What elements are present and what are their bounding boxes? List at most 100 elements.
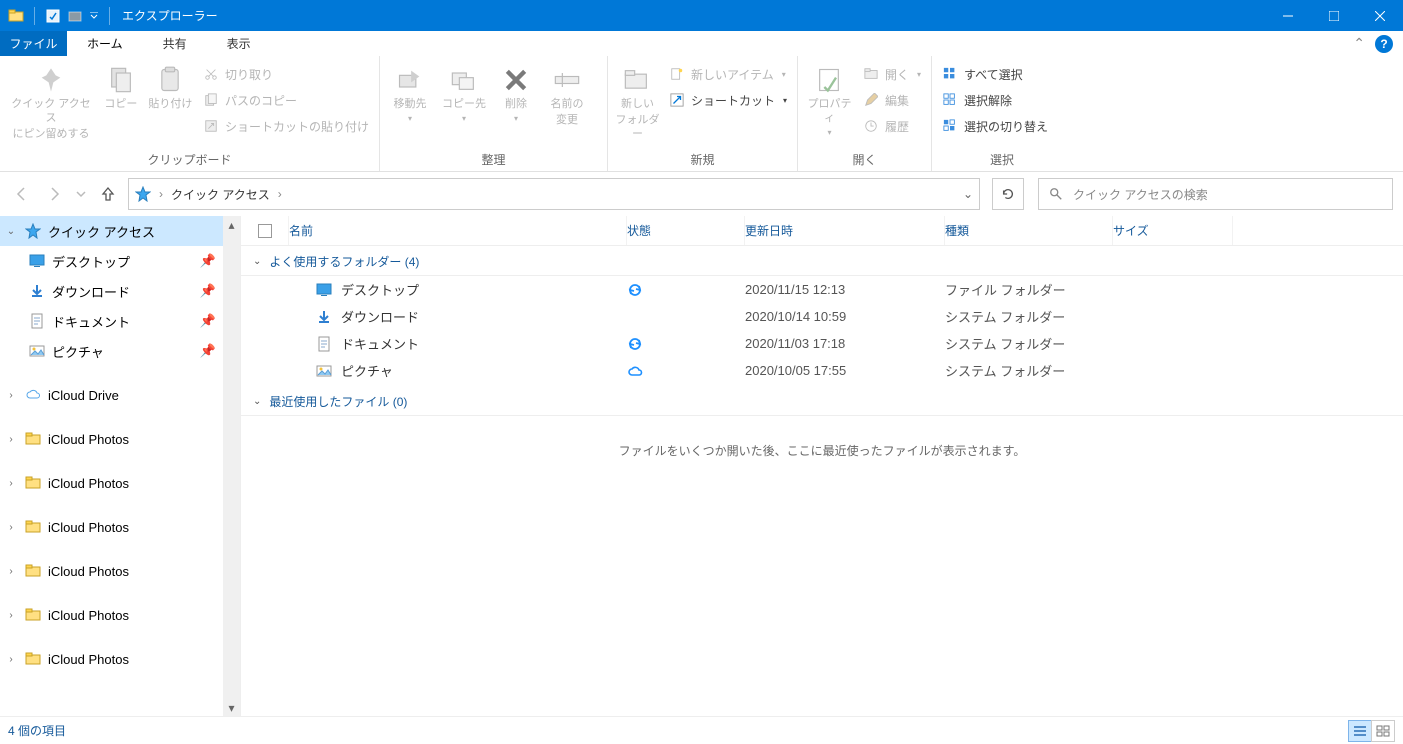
list-item[interactable]: ピクチャ2020/10/05 17:55システム フォルダー xyxy=(241,357,1403,384)
rename-label-1: 名前の xyxy=(551,98,584,112)
select-all-button[interactable]: すべて選択 xyxy=(938,62,1052,86)
tree-desktop[interactable]: デスクトップ 📌 xyxy=(0,246,240,276)
search-box[interactable]: クイック アクセスの検索 xyxy=(1038,178,1393,210)
pin-to-quickaccess-button[interactable]: クイック アクセス にピン留めする xyxy=(6,60,96,141)
navpane-scrollbar[interactable]: ▴ ▾ xyxy=(223,216,240,716)
tree-icloud-photos[interactable]: ›iCloud Photos xyxy=(0,556,240,586)
minimize-button[interactable] xyxy=(1265,0,1311,31)
scroll-down-icon[interactable]: ▾ xyxy=(223,699,240,716)
open-button[interactable]: 開く ▾ xyxy=(859,62,925,86)
chevron-down-icon[interactable]: ⌄ xyxy=(253,396,261,407)
tree-icloud-photos[interactable]: ›iCloud Photos xyxy=(0,600,240,630)
move-to-button[interactable]: 移動先 ▾ xyxy=(386,60,434,124)
tab-home[interactable]: ホーム xyxy=(67,31,143,56)
tree-pictures[interactable]: ピクチャ 📌 xyxy=(0,336,240,366)
delete-button[interactable]: 削除 ▾ xyxy=(494,60,538,124)
column-name[interactable]: 名前 xyxy=(289,216,627,245)
item-date: 2020/11/03 17:18 xyxy=(745,336,945,351)
qat-dropdown-icon[interactable] xyxy=(87,6,101,26)
chevron-right-icon[interactable]: › xyxy=(4,434,18,445)
chevron-down-icon[interactable]: ⌄ xyxy=(4,226,18,237)
history-button[interactable]: 履歴 xyxy=(859,114,925,138)
select-none-button[interactable]: 選択解除 xyxy=(938,88,1052,112)
scroll-up-icon[interactable]: ▴ xyxy=(223,216,240,233)
folder-icon xyxy=(24,606,42,624)
column-modified[interactable]: 更新日時 xyxy=(745,216,945,245)
folder-icon xyxy=(24,430,42,448)
item-type: システム フォルダー xyxy=(945,361,1113,380)
tree-icloud-photos[interactable]: › iCloud Photos xyxy=(0,424,240,454)
list-item[interactable]: ドキュメント2020/11/03 17:18システム フォルダー xyxy=(241,330,1403,357)
chevron-right-icon[interactable]: › xyxy=(4,522,18,533)
separator xyxy=(34,7,35,25)
main-area: ⌄ クイック アクセス デスクトップ 📌 ダウンロード 📌 ドキュメント 📌 ピ… xyxy=(0,216,1403,716)
shortcut-button[interactable]: ショートカット ▾ xyxy=(665,88,791,112)
tree-icloud-photos[interactable]: ›iCloud Photos xyxy=(0,468,240,498)
tree-icloud-photos[interactable]: ›iCloud Photos xyxy=(0,512,240,542)
new-folder-button[interactable]: 新しい フォルダー xyxy=(614,60,661,141)
invert-selection-button[interactable]: 選択の切り替え xyxy=(938,114,1052,138)
tree-label: ドキュメント xyxy=(52,312,130,331)
address-dropdown-icon[interactable]: ⌄ xyxy=(963,187,973,201)
thumbnails-view-button[interactable] xyxy=(1371,720,1395,742)
new-item-button[interactable]: 新しいアイテム ▾ xyxy=(665,62,791,86)
paste-shortcut-button[interactable]: ショートカットの貼り付け xyxy=(199,114,373,138)
refresh-button[interactable] xyxy=(992,178,1024,210)
recent-locations-button[interactable] xyxy=(74,179,88,209)
list-item[interactable]: ダウンロード2020/10/14 10:59システム フォルダー xyxy=(241,303,1403,330)
chevron-right-icon[interactable]: › xyxy=(4,610,18,621)
tab-view[interactable]: 表示 xyxy=(207,31,271,56)
select-all-checkbox[interactable] xyxy=(241,216,289,245)
invert-label: 選択の切り替え xyxy=(964,118,1048,135)
chevron-right-icon[interactable]: › xyxy=(4,654,18,665)
group-recent-files[interactable]: ⌄ 最近使用したファイル (0) xyxy=(241,388,1403,416)
properties-button[interactable]: プロパティ ▾ xyxy=(804,60,855,138)
forward-button[interactable] xyxy=(42,179,66,209)
chevron-right-icon[interactable]: › xyxy=(4,390,18,401)
edit-button[interactable]: 編集 xyxy=(859,88,925,112)
copy-to-button[interactable]: コピー先 ▾ xyxy=(438,60,490,124)
copy-icon xyxy=(105,64,137,96)
list-item[interactable]: デスクトップ2020/11/15 12:13ファイル フォルダー xyxy=(241,276,1403,303)
chevron-right-icon[interactable]: › xyxy=(159,187,163,201)
recent-files-hint: ファイルをいくつか開いた後、ここに最近使ったファイルが表示されます。 xyxy=(241,416,1403,485)
copy-path-button[interactable]: パスのコピー xyxy=(199,88,373,112)
chevron-right-icon[interactable]: › xyxy=(278,187,282,201)
up-button[interactable] xyxy=(96,179,120,209)
collapse-ribbon-icon[interactable]: ⌃ xyxy=(1353,35,1365,52)
tree-icloud-photos[interactable]: › iCloud Photos xyxy=(0,644,240,674)
rename-button[interactable]: 名前の 変更 xyxy=(542,60,592,128)
chevron-right-icon[interactable]: › xyxy=(4,566,18,577)
tree-label: デスクトップ xyxy=(52,252,130,271)
tree-label: iCloud Photos xyxy=(48,652,129,667)
tree-icloud-drive[interactable]: › iCloud Drive xyxy=(0,380,240,410)
chevron-right-icon[interactable]: › xyxy=(4,478,18,489)
column-state[interactable]: 状態 xyxy=(627,216,745,245)
breadcrumb-root[interactable]: クイック アクセス xyxy=(171,186,270,203)
tree-downloads[interactable]: ダウンロード 📌 xyxy=(0,276,240,306)
tree-label: iCloud Photos xyxy=(48,432,129,447)
cloud-icon xyxy=(627,363,643,379)
tab-share[interactable]: 共有 xyxy=(143,31,207,56)
address-bar[interactable]: › クイック アクセス › ⌄ xyxy=(128,178,980,210)
tree-quick-access[interactable]: ⌄ クイック アクセス xyxy=(0,216,240,246)
edit-icon xyxy=(863,92,879,108)
details-view-button[interactable] xyxy=(1348,720,1372,742)
chevron-down-icon[interactable]: ⌄ xyxy=(253,256,261,267)
tab-file[interactable]: ファイル xyxy=(0,31,67,56)
qat-newfolder-icon[interactable] xyxy=(65,6,85,26)
help-icon[interactable]: ? xyxy=(1375,35,1393,53)
column-size[interactable]: サイズ xyxy=(1113,216,1233,245)
back-button[interactable] xyxy=(10,179,34,209)
group-frequent-folders[interactable]: ⌄ よく使用するフォルダー (4) xyxy=(241,248,1403,276)
copy-button[interactable]: コピー xyxy=(100,60,142,112)
picture-icon xyxy=(315,362,333,380)
cut-button[interactable]: 切り取り xyxy=(199,62,373,86)
qat-properties-icon[interactable] xyxy=(43,6,63,26)
paste-button[interactable]: 貼り付け xyxy=(146,60,195,112)
list-pane: 名前 状態 更新日時 種類 サイズ ⌄ よく使用するフォルダー (4) デスクト… xyxy=(240,216,1403,716)
close-button[interactable] xyxy=(1357,0,1403,31)
maximize-button[interactable] xyxy=(1311,0,1357,31)
tree-documents[interactable]: ドキュメント 📌 xyxy=(0,306,240,336)
column-type[interactable]: 種類 xyxy=(945,216,1113,245)
